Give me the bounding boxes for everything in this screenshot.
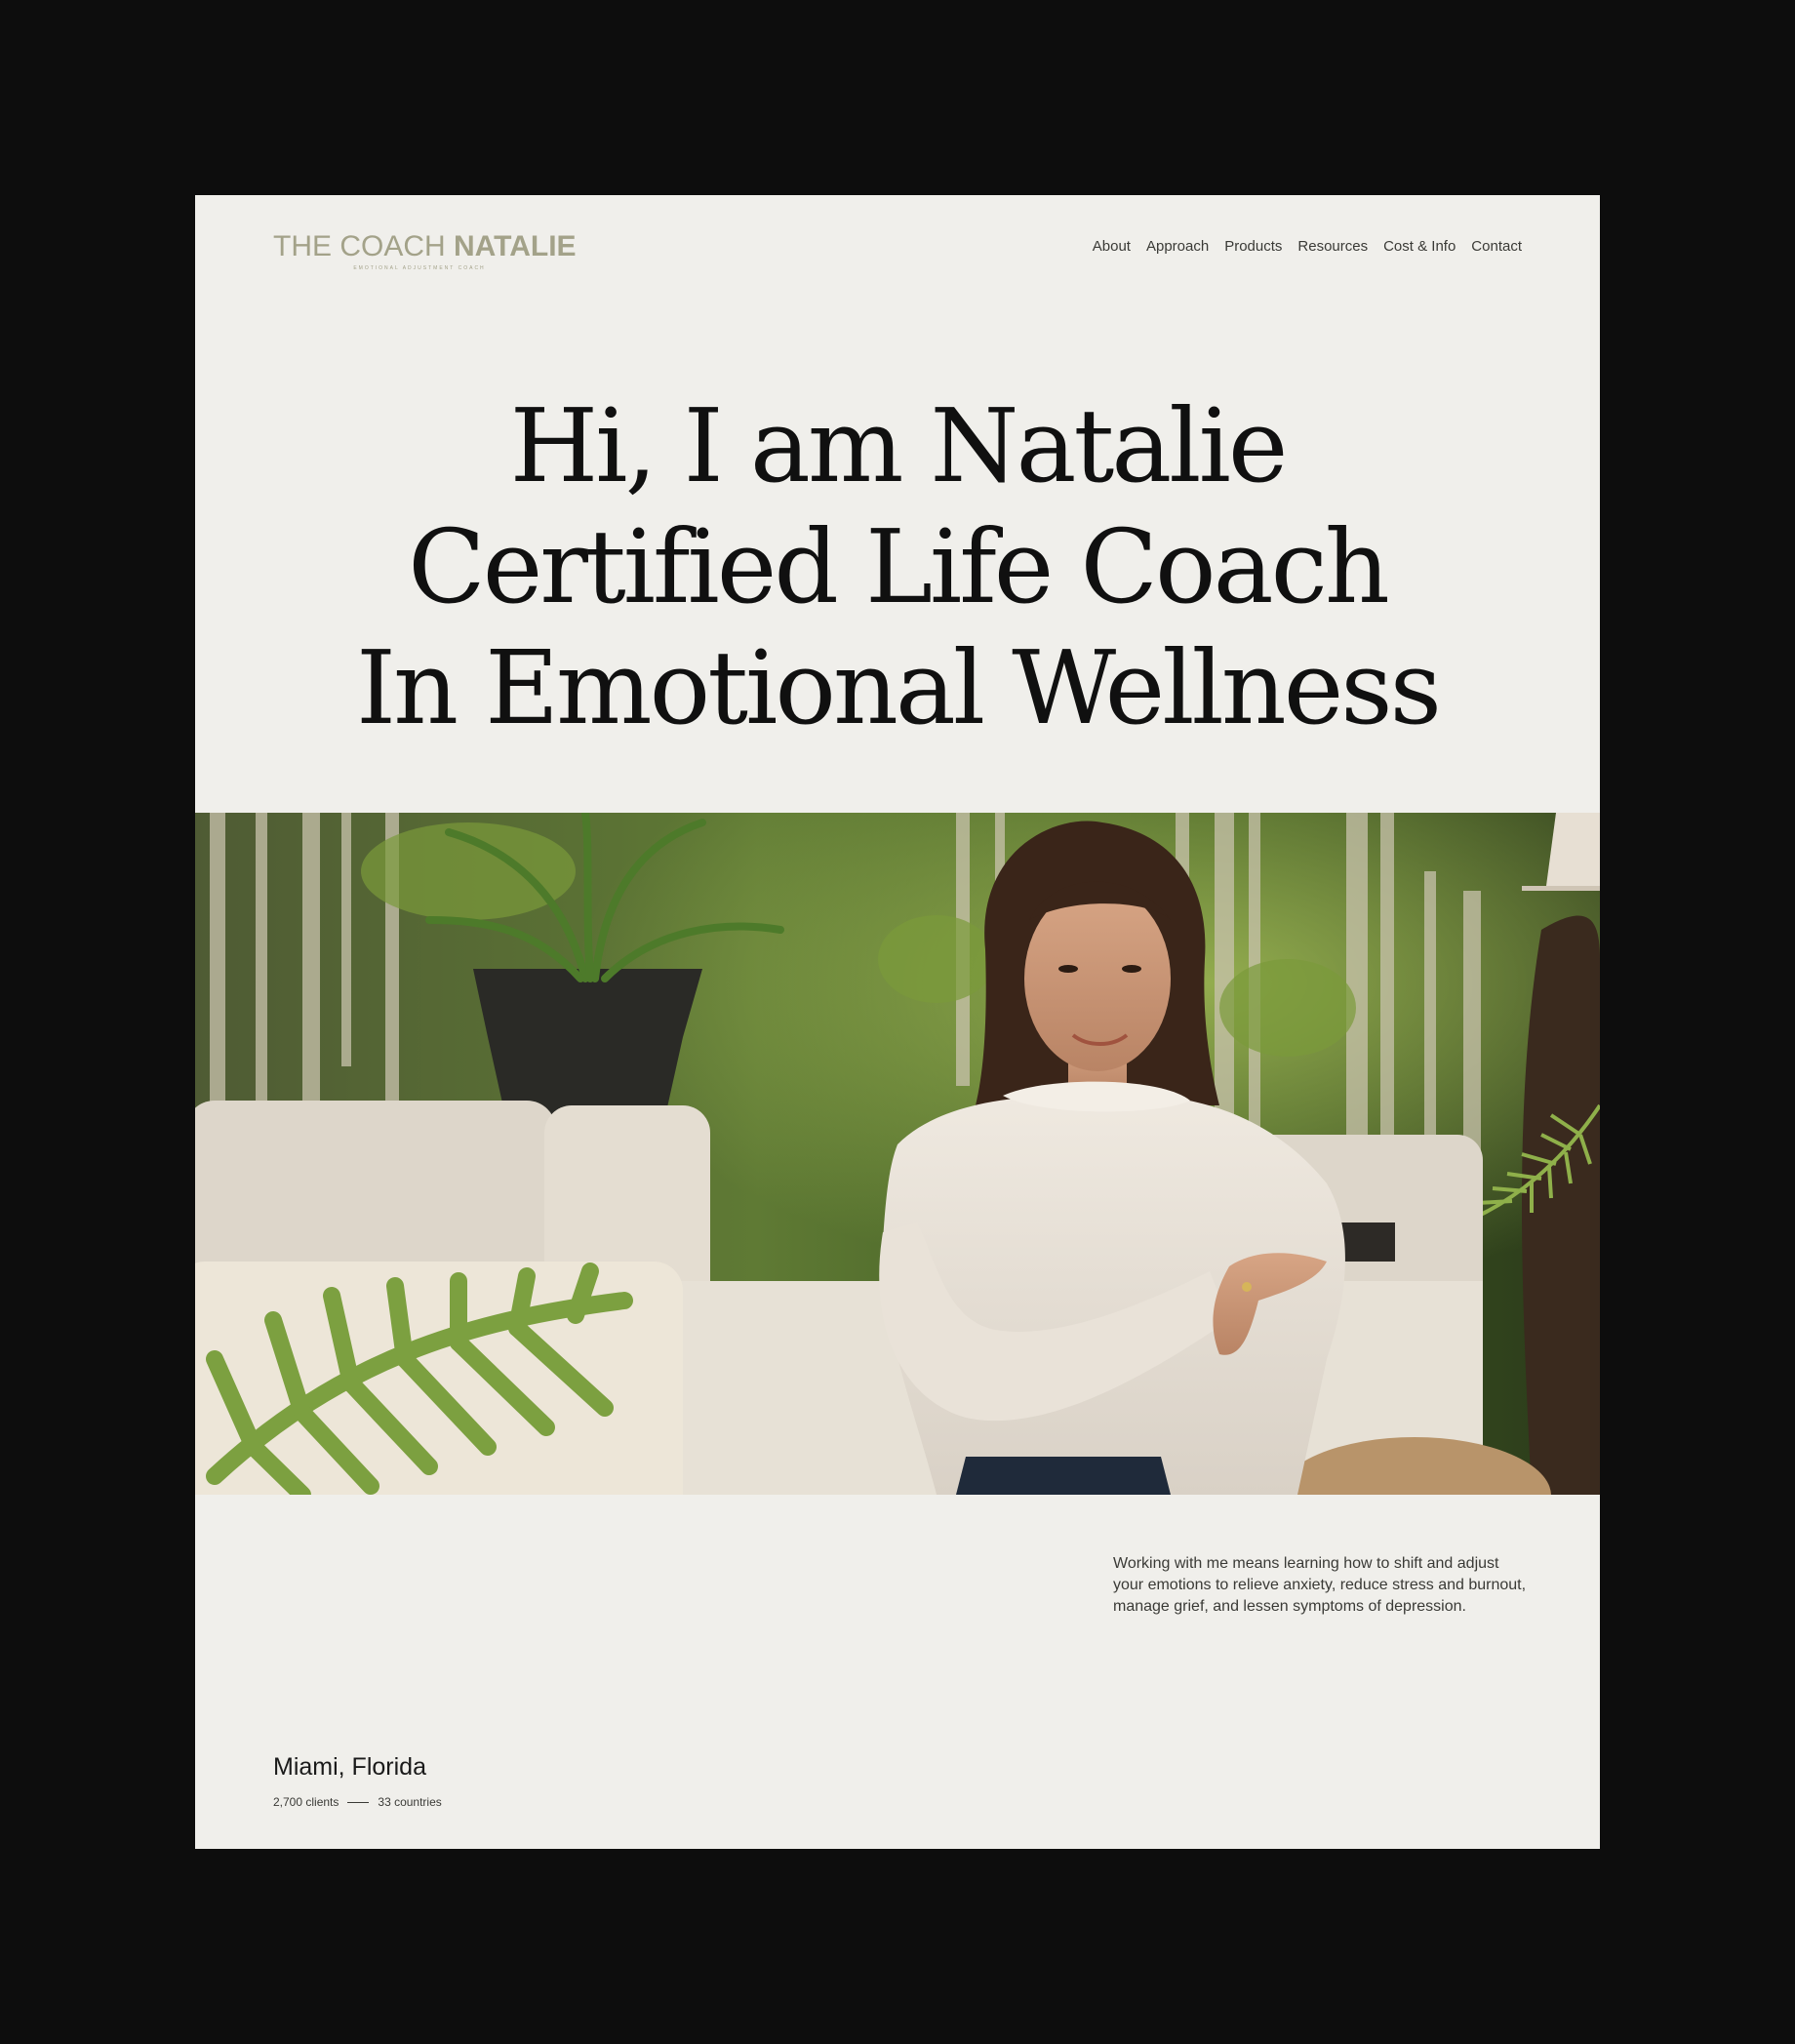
nav-resources[interactable]: Resources	[1297, 238, 1368, 255]
hero-line-1: Hi, I am Natalie	[509, 386, 1289, 505]
hero-photo	[195, 813, 1600, 1495]
logo[interactable]: THE COACH NATALIE EMOTIONAL ADJUSTMENT C…	[273, 230, 585, 281]
nav-cost-info[interactable]: Cost & Info	[1383, 238, 1456, 255]
site-header: THE COACH NATALIE EMOTIONAL ADJUSTMENT C…	[195, 195, 1600, 302]
nav-approach[interactable]: Approach	[1146, 238, 1209, 255]
nav-about[interactable]: About	[1093, 238, 1131, 255]
website-frame: THE COACH NATALIE EMOTIONAL ADJUSTMENT C…	[195, 195, 1600, 1849]
clients-count: 2,700 clients	[273, 1795, 339, 1809]
logo-name-light: THE COACH	[273, 230, 455, 262]
hero-line-3: In Emotional Wellness	[356, 628, 1442, 747]
portrait-illustration	[195, 813, 1600, 1495]
hero-title: Hi, I am Natalie Certified Life Coach In…	[195, 385, 1600, 748]
nav-products[interactable]: Products	[1224, 238, 1282, 255]
main-nav: About Approach Products Resources Cost &…	[1093, 238, 1522, 255]
logo-tagline: EMOTIONAL ADJUSTMENT COACH	[353, 265, 486, 271]
stats-divider	[347, 1801, 370, 1803]
logo-name-bold: NATALIE	[454, 230, 577, 262]
nav-contact[interactable]: Contact	[1471, 238, 1522, 255]
intro-text: Working with me means learning how to sh…	[1113, 1555, 1527, 1615]
location-city: Miami, Florida	[273, 1753, 426, 1781]
hero-line-2: Certified Life Coach	[408, 507, 1390, 626]
logo-wordmark: THE COACH NATALIE	[273, 230, 585, 263]
stats-row: 2,700 clients 33 countries	[273, 1795, 442, 1809]
countries-count: 33 countries	[378, 1795, 442, 1809]
